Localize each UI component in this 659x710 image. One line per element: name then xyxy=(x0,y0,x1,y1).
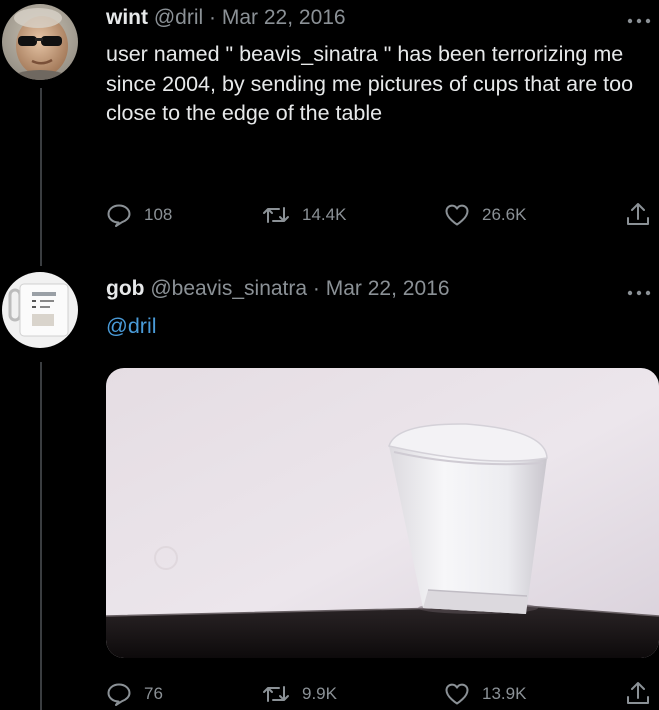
thread-line-bottom xyxy=(40,362,42,710)
more-icon[interactable] xyxy=(627,12,651,30)
share-button[interactable] xyxy=(625,201,651,227)
tweet-header: wint @dril · Mar 22, 2016 xyxy=(106,6,346,30)
separator: · xyxy=(312,277,320,300)
reply-button[interactable]: 108 xyxy=(106,203,172,227)
heart-icon xyxy=(445,683,469,705)
handle[interactable]: @beavis_sinatra xyxy=(150,277,307,300)
styrofoam-cup-on-table-edge-photo-icon xyxy=(106,368,659,658)
avatar-gob[interactable] xyxy=(2,272,78,348)
share-icon xyxy=(627,203,649,225)
tweet-date[interactable]: Mar 22, 2016 xyxy=(222,6,346,29)
mention-link[interactable]: @dril xyxy=(106,312,656,342)
retweet-button[interactable]: 9.9K xyxy=(262,682,337,706)
retweet-icon xyxy=(263,207,289,223)
like-button[interactable]: 26.6K xyxy=(444,203,526,227)
like-count: 26.6K xyxy=(482,205,527,224)
retweet-button[interactable]: 14.4K xyxy=(262,203,346,227)
tweet-date[interactable]: Mar 22, 2016 xyxy=(326,277,450,300)
person-sunglasses-avatar-icon xyxy=(2,4,78,80)
reply-icon xyxy=(107,683,131,706)
mug-avatar-icon xyxy=(2,272,78,348)
separator: · xyxy=(209,6,217,29)
like-button[interactable]: 13.9K xyxy=(444,682,526,706)
share-icon xyxy=(627,682,649,704)
like-count: 13.9K xyxy=(482,684,527,703)
reply-count: 108 xyxy=(144,205,173,224)
retweet-icon xyxy=(263,686,289,702)
reply-button[interactable]: 76 xyxy=(106,682,163,706)
display-name[interactable]: wint xyxy=(106,6,148,29)
tweet-text: user named " beavis_sinatra " has been t… xyxy=(106,42,634,125)
thread-line-top xyxy=(40,88,42,266)
display-name[interactable]: gob xyxy=(106,277,144,300)
handle[interactable]: @dril xyxy=(154,6,203,29)
heart-icon xyxy=(445,204,469,226)
retweet-count: 14.4K xyxy=(302,205,347,224)
avatar-wint[interactable] xyxy=(2,4,78,80)
tweet-media-image[interactable] xyxy=(106,368,659,658)
retweet-count: 9.9K xyxy=(302,684,337,703)
tweet-header: gob @beavis_sinatra · Mar 22, 2016 xyxy=(106,277,450,301)
more-icon[interactable] xyxy=(627,284,651,302)
reply-icon xyxy=(107,204,131,227)
reply-count: 76 xyxy=(144,684,163,703)
share-button[interactable] xyxy=(625,680,651,706)
